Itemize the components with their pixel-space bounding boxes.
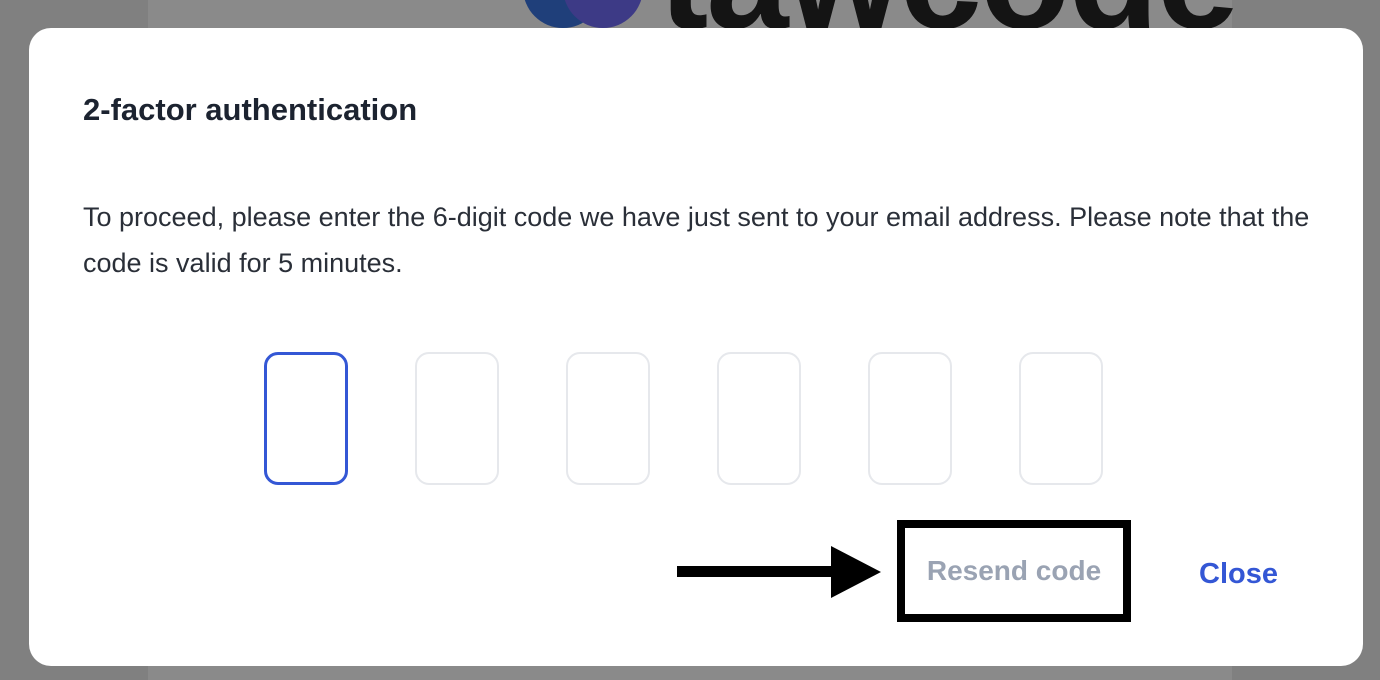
code-digit-2[interactable] [415, 352, 499, 485]
code-digit-4[interactable] [717, 352, 801, 485]
annotation-highlight-box: Resend code [897, 520, 1131, 622]
code-digit-1[interactable] [264, 352, 348, 485]
close-button[interactable]: Close [1199, 558, 1278, 591]
code-digit-5[interactable] [868, 352, 952, 485]
code-input-row [264, 352, 1103, 485]
resend-code-button[interactable]: Resend code [927, 555, 1101, 587]
code-digit-3[interactable] [566, 352, 650, 485]
logo-mark-icon [523, 0, 643, 28]
two-factor-modal: 2-factor authentication To proceed, plea… [29, 28, 1363, 666]
modal-title: 2-factor authentication [83, 92, 418, 127]
code-digit-6[interactable] [1019, 352, 1103, 485]
modal-description: To proceed, please enter the 6-digit cod… [83, 202, 1310, 278]
logo-text: tawcode [659, 0, 1239, 52]
right-arrow-icon [677, 546, 881, 598]
